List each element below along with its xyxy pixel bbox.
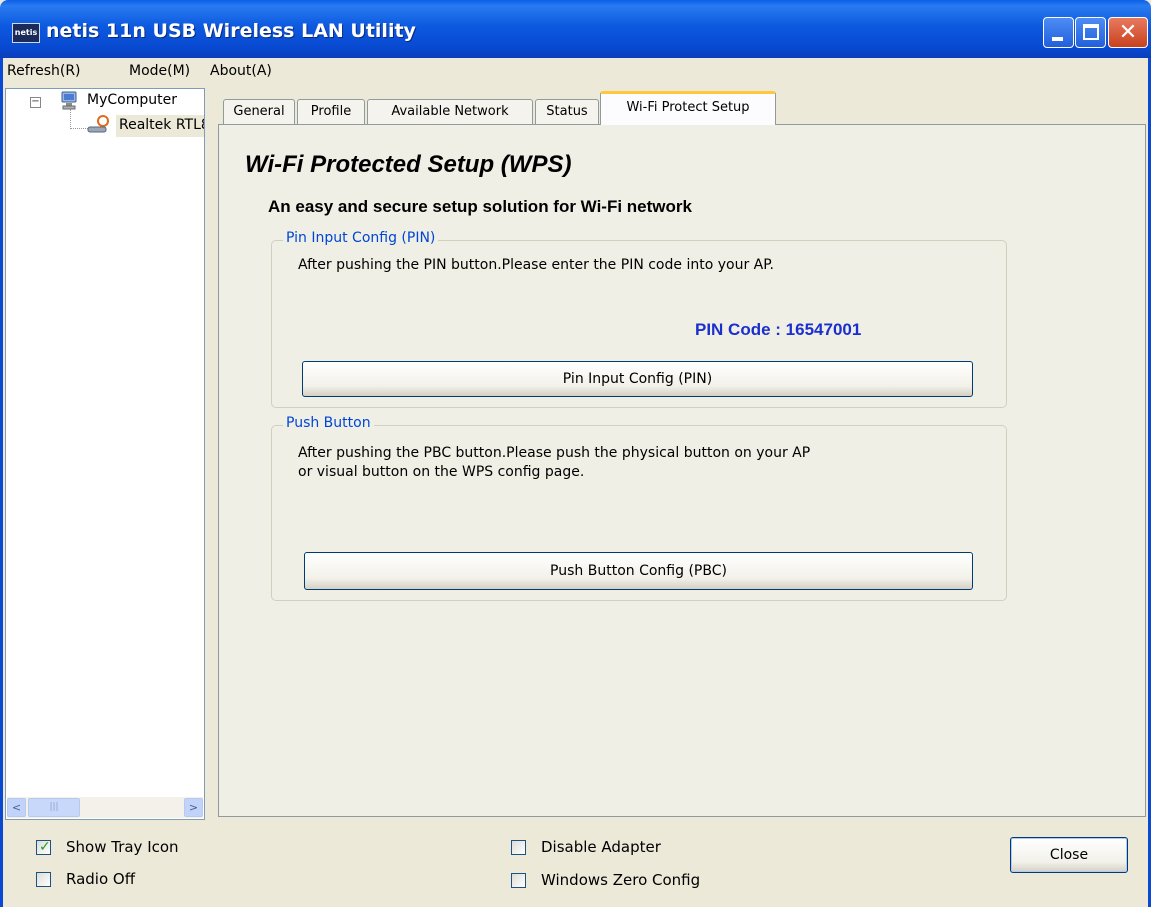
menu-about[interactable]: About(A) [210,63,272,79]
pbc-description-line2: or visual button on the WPS config page. [298,464,585,480]
minimize-button[interactable] [1043,17,1074,48]
close-window-button[interactable]: ✕ [1108,17,1148,48]
window-frame-left [0,58,3,907]
push-button-config-button[interactable]: Push Button Config (PBC) [304,552,973,590]
checkbox-label: Windows Zero Config [541,871,701,889]
pin-description: After pushing the PIN button.Please ente… [298,257,774,273]
tab-status[interactable]: Status [535,99,599,124]
wireless-adapter-icon [87,115,109,133]
checkbox-label: Disable Adapter [541,838,661,856]
pin-input-config-button[interactable]: Pin Input Config (PIN) [302,361,973,397]
checkbox-label: Radio Off [66,870,136,888]
pbc-group-legend: Push Button [283,415,374,431]
scroll-right-icon[interactable]: > [184,798,203,817]
close-button[interactable]: Close [1010,837,1128,873]
computer-icon [61,91,77,110]
tree-collapse-toggle[interactable]: − [30,97,41,108]
minimize-icon [1052,37,1063,41]
device-tree[interactable]: − MyComputer Realtek RTL8 < ||| > [5,88,205,820]
menu-bar: Refresh(R) Mode(M) About(A) [0,58,1151,86]
page-subtitle: An easy and secure setup solution for Wi… [268,197,692,216]
pbc-description-line1: After pushing the PBC button.Please push… [298,445,811,461]
scroll-thumb[interactable]: ||| [28,798,80,817]
menu-refresh[interactable]: Refresh(R) [7,63,81,79]
checkbox-box[interactable] [511,873,526,888]
scroll-left-icon[interactable]: < [7,798,26,817]
tab-wifi-protect-setup[interactable]: Wi-Fi Protect Setup [600,91,776,125]
checkmark-icon: ✓ [39,839,51,855]
menu-mode[interactable]: Mode(M) [129,63,190,79]
window-title: netis 11n USB Wireless LAN Utility [46,20,416,42]
title-bar[interactable]: netis netis 11n USB Wireless LAN Utility… [0,0,1151,58]
tree-item-mycomputer[interactable]: MyComputer [87,92,177,108]
tree-horizontal-scrollbar[interactable]: < ||| > [7,797,203,818]
page-title: Wi-Fi Protected Setup (WPS) [245,151,572,178]
checkbox-box[interactable]: ✓ [36,839,51,855]
app-icon: netis [12,23,40,43]
tree-connector [70,109,71,129]
pin-group-legend: Pin Input Config (PIN) [283,230,439,246]
checkbox-box[interactable] [511,840,526,855]
pin-code-value: PIN Code : 16547001 [695,320,862,339]
tab-available-network[interactable]: Available Network [367,99,533,124]
tab-profile[interactable]: Profile [297,99,365,124]
maximize-icon [1083,24,1099,40]
checkbox-box[interactable] [36,872,51,887]
bottom-options-bar: ✓ Show Tray Icon Radio Off Disable Adapt… [0,820,1151,907]
tree-item-adapter[interactable]: Realtek RTL8 [116,115,204,137]
checkbox-label: Show Tray Icon [66,838,179,856]
maximize-button[interactable] [1075,17,1106,48]
tab-general[interactable]: General [223,99,295,124]
close-icon: ✕ [1118,20,1138,45]
